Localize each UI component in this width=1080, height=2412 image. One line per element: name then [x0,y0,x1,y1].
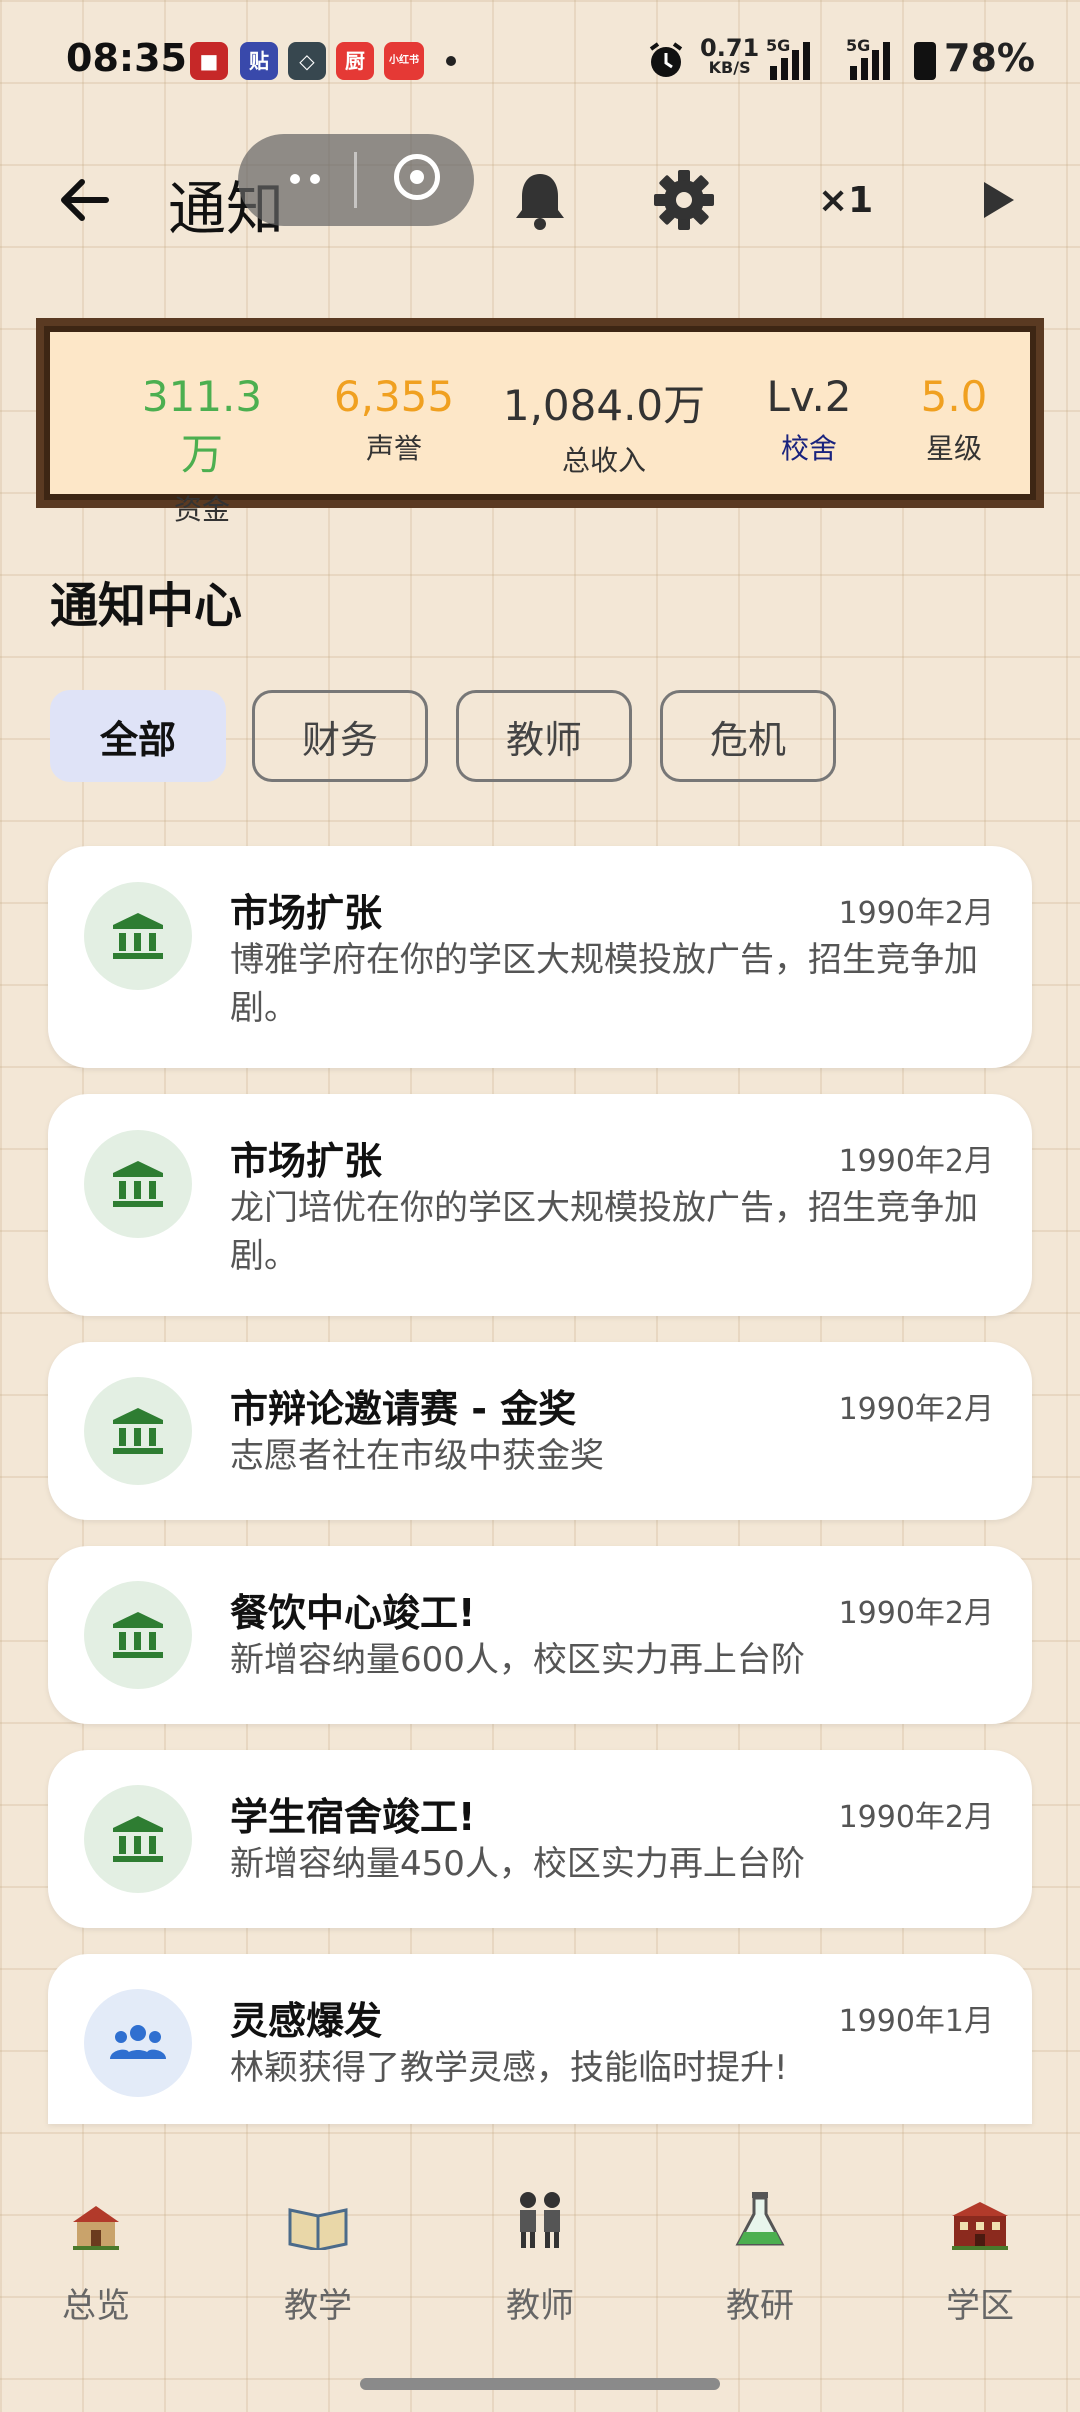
xiaohongshu-notification-icon: 小红书 [384,42,424,80]
bell-button[interactable] [500,160,580,240]
notification-title: 学生宿舍竣工! [230,1795,476,1839]
flask-icon [690,2170,830,2250]
stats-panel: 311.3万 资金 6,355 声誉 1,084.0万 总收入 Lv.2 校舍 … [36,318,1044,526]
nav-label: 学区 [946,2286,1014,2326]
mini-program-capsule[interactable] [238,134,474,226]
notification-body: 新增容纳量600人，校区实力再上台阶 [230,1640,805,1680]
notification-title: 灵感爆发 [230,1999,383,2043]
notification-body: 新增容纳量450人，校区实力再上台阶 [230,1844,805,1884]
stat-value: 6,355 [333,372,455,421]
notification-date: 1990年2月 [838,1144,994,1179]
signal-icon-1: 5G [766,36,816,86]
notification-body: 博雅学府在你的学区大规模投放广告，招生竞争加剧。 [230,940,978,1028]
nav-research[interactable]: 教研 [690,2170,830,2327]
filter-finance[interactable]: 财务 [252,690,428,782]
net-speed: 0.71 KB/S [700,34,760,77]
notification-date: 1990年2月 [838,1800,994,1835]
notification-card[interactable]: 灵感爆发 1990年1月 林颖获得了教学灵感，技能临时提升! [48,1954,1032,2124]
nav-label: 总览 [62,2286,130,2326]
filter-teachers[interactable]: 教师 [456,690,632,782]
stat-label: 总收入 [561,444,646,477]
teachers-icon [470,2170,610,2250]
stat-value: 5.0 [920,372,988,421]
battery-icon [914,42,936,80]
nav-label: 教师 [506,2286,574,2326]
nav-teaching[interactable]: 教学 [248,2170,388,2327]
notification-title: 市场扩张 [230,1139,383,1183]
stat-label: 声誉 [365,432,422,465]
capsule-divider [354,152,357,208]
nav-teachers[interactable]: 教师 [470,2170,610,2327]
notification-card[interactable]: 市辩论邀请赛 - 金奖 1990年2月 志愿者社在市级中获金奖 [48,1342,1032,1520]
capsule-close-icon[interactable] [394,154,440,200]
notification-date: 1990年2月 [838,896,994,931]
filter-all[interactable]: 全部 [50,690,226,782]
stat-value: 311.3万 [141,372,263,479]
bank-icon [84,882,192,990]
capsule-more-icon[interactable] [290,174,300,184]
status-time: 08:35 [66,36,187,80]
section-title: 通知中心 [50,578,243,634]
signal-icon-2: 5G [846,36,896,86]
tieba-notification-icon: 贴 [240,42,278,80]
bank-icon [84,1377,192,1485]
bank-icon [84,1130,192,1238]
more-dot-icon [446,56,456,66]
notification-card[interactable]: 市场扩张 1990年2月 博雅学府在你的学区大规模投放广告，招生竞争加剧。 [48,846,1032,1068]
stat-reputation: 6,355 声誉 [314,372,474,467]
nav-district[interactable]: 学区 [910,2170,1050,2327]
stat-value: 1,084.0万 [502,381,706,430]
school-house-icon [26,2170,166,2250]
open-book-icon [248,2170,388,2250]
nav-overview[interactable]: 总览 [26,2170,166,2327]
bank-icon [84,1785,192,1893]
alarm-icon [646,40,686,84]
stat-funds: 311.3万 资金 [122,372,282,528]
stat-label: 星级 [925,432,982,465]
app-notification-icon: ■ [190,42,228,80]
notification-date: 1990年2月 [838,1392,994,1427]
app-notification-icon-2: ◇ [288,42,326,80]
status-bar: 08:35 ■ 贴 ◇ 厨 小红书 0.71 KB/S 5G 5G 78% [0,0,1080,120]
play-icon [984,182,1014,218]
notification-title: 餐饮中心竣工! [230,1591,476,1635]
kitchen-notification-icon: 厨 [336,42,374,80]
people-icon [84,1989,192,2097]
capsule-more-dot [310,174,320,184]
gear-icon [654,170,714,230]
nav-label: 教学 [284,2286,352,2326]
stat-value: Lv.2 [766,372,852,421]
back-arrow-icon [61,179,109,221]
notification-body: 志愿者社在市级中获金奖 [230,1436,604,1476]
notification-title: 市辩论邀请赛 - 金奖 [230,1387,577,1431]
stat-label: 资金 [173,493,230,526]
bank-icon [84,1581,192,1689]
notification-date: 1990年2月 [838,1596,994,1631]
notification-body: 龙门培优在你的学区大规模投放广告，招生竞争加剧。 [230,1188,978,1276]
stat-total-income: 1,084.0万 总收入 [494,372,714,479]
home-indicator[interactable] [360,2378,720,2390]
notification-title: 市场扩张 [230,891,383,935]
back-button[interactable] [44,160,124,240]
speed-toggle[interactable]: ×1 [818,180,873,221]
bell-icon [516,174,564,230]
nav-label: 教研 [726,2286,794,2326]
settings-button[interactable] [644,160,724,240]
stat-building-level: Lv.2 校舍 [734,372,884,467]
notification-card[interactable]: 餐饮中心竣工! 1990年2月 新增容纳量600人，校区实力再上台阶 [48,1546,1032,1724]
notification-card[interactable]: 学生宿舍竣工! 1990年2月 新增容纳量450人，校区实力再上台阶 [48,1750,1032,1928]
notification-body: 林颖获得了教学灵感，技能临时提升! [230,2048,788,2088]
stat-label: 校舍 [780,432,837,465]
notification-date: 1990年1月 [838,2004,994,2039]
play-button[interactable] [958,160,1038,240]
notification-card[interactable]: 市场扩张 1990年2月 龙门培优在你的学区大规模投放广告，招生竞争加剧。 [48,1094,1032,1316]
filter-crisis[interactable]: 危机 [660,690,836,782]
battery-level: 78% [944,36,1035,80]
stat-star-rating: 5.0 星级 [894,372,1014,467]
campus-building-icon [910,2170,1050,2250]
